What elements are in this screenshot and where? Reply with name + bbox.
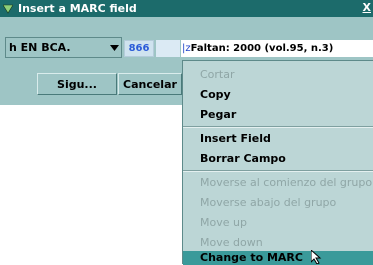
title-bar[interactable]: Insert a MARC field X <box>0 0 373 17</box>
window-title: Insert a MARC field <box>18 2 137 15</box>
menu-item-insert-field[interactable]: Insert Field <box>183 128 373 148</box>
subfield-code: |z <box>182 43 191 54</box>
next-button[interactable]: Sigu... <box>37 73 117 95</box>
app-icon <box>2 2 14 16</box>
cancel-button[interactable]: Cancelar <box>118 73 182 95</box>
indicator-combobox[interactable]: h EN BCA. <box>5 37 122 58</box>
menu-item-copy[interactable]: Copy <box>183 84 373 104</box>
menu-item-cut[interactable]: Cortar <box>183 64 373 84</box>
menu-item-move-to-group-start[interactable]: Moverse al comienzo del grupo <box>183 172 373 192</box>
menu-item-paste[interactable]: Pegar <box>183 104 373 124</box>
marc-tag-field[interactable]: 866 <box>124 40 154 57</box>
field-content-input[interactable]: |z Faltan: 2000 (vol.95, n.3) <box>181 40 373 57</box>
menu-item-move-down[interactable]: Move down <box>183 232 373 252</box>
menu-item-delete-field[interactable]: Borrar Campo <box>183 148 373 168</box>
field-content-text: Faltan: 2000 (vol.95, n.3) <box>190 43 334 54</box>
chevron-down-icon[interactable] <box>107 38 121 57</box>
menu-item-move-down-group[interactable]: Moverse abajo del grupo <box>183 192 373 212</box>
mouse-pointer-icon <box>311 250 322 264</box>
indicator-field[interactable] <box>156 40 180 57</box>
combo-value: h EN BCA. <box>9 41 71 54</box>
context-menu: Cortar Copy Pegar Insert Field Borrar Ca… <box>182 60 373 265</box>
menu-item-move-up[interactable]: Move up <box>183 212 373 232</box>
close-icon[interactable]: X <box>363 1 371 14</box>
menu-item-change-to-marc[interactable]: Change to MARC <box>183 251 373 265</box>
